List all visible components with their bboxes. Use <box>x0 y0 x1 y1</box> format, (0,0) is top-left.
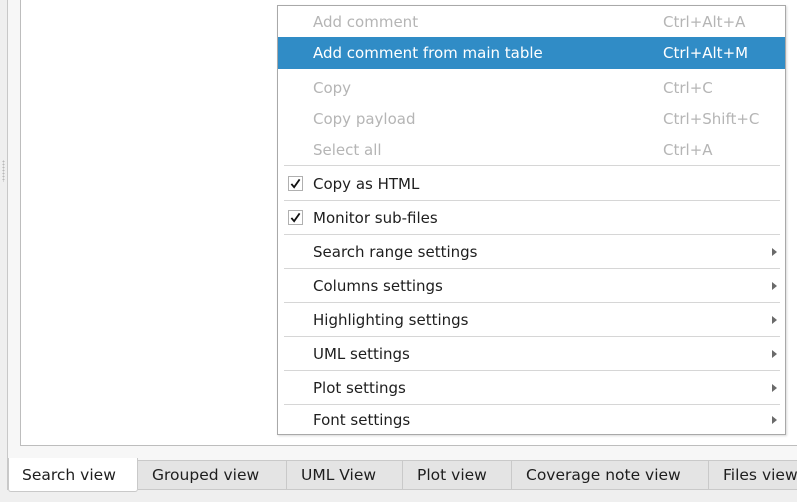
view-tab-bar: Search view Grouped view UML View Plot v… <box>8 458 797 493</box>
menu-item-columns-settings[interactable]: Columns settings <box>278 269 785 302</box>
menu-item-label: Plot settings <box>313 378 406 397</box>
submenu-arrow-icon <box>772 281 777 290</box>
tab-search-view[interactable]: Search view <box>8 458 138 492</box>
menu-item-shortcut: Ctrl+Shift+C <box>663 109 760 128</box>
menu-item-shortcut: Ctrl+Alt+M <box>663 44 749 62</box>
menu-item-label: Add comment <box>313 12 419 31</box>
menu-item-label: Copy as HTML <box>313 174 420 193</box>
menu-item-uml-settings[interactable]: UML settings <box>278 337 785 370</box>
menu-item-highlighting-settings[interactable]: Highlighting settings <box>278 303 785 336</box>
menu-item-search-range-settings[interactable]: Search range settings <box>278 235 785 268</box>
menu-item-shortcut: Ctrl+A <box>663 140 713 159</box>
checkbox-checked[interactable] <box>288 176 303 191</box>
menu-item-font-settings[interactable]: Font settings <box>278 405 785 434</box>
menu-item-label: Search range settings <box>313 242 478 261</box>
menu-item-add-comment[interactable]: Add comment Ctrl+Alt+A <box>278 6 785 37</box>
tab-uml-view[interactable]: UML View <box>287 460 403 490</box>
tab-label: Files view <box>723 466 797 484</box>
menu-item-copy-as-html[interactable]: Copy as HTML <box>278 167 785 200</box>
submenu-arrow-icon <box>772 247 777 256</box>
checkbox-checked[interactable] <box>288 210 303 225</box>
menu-item-label: UML settings <box>313 344 410 363</box>
submenu-arrow-icon <box>772 349 777 358</box>
menu-item-add-comment-from-main-table[interactable]: Add comment from main table Ctrl+Alt+M <box>278 37 785 69</box>
menu-item-label: Monitor sub-files <box>313 208 438 227</box>
tab-label: UML View <box>301 466 377 484</box>
menu-item-select-all[interactable]: Select all Ctrl+A <box>278 134 785 165</box>
checkmark-icon <box>290 178 301 189</box>
menu-item-label: Copy payload <box>313 109 416 128</box>
submenu-arrow-icon <box>772 383 777 392</box>
menu-item-label: Add comment from main table <box>313 44 543 62</box>
menu-separator <box>284 165 780 166</box>
tab-label: Plot view <box>417 466 487 484</box>
tab-label: Search view <box>22 465 116 484</box>
tab-grouped-view[interactable]: Grouped view <box>138 460 287 490</box>
context-menu: Add comment Ctrl+Alt+A Add comment from … <box>277 5 786 435</box>
tab-plot-view[interactable]: Plot view <box>403 460 512 490</box>
menu-item-copy[interactable]: Copy Ctrl+C <box>278 72 785 103</box>
menu-item-shortcut: Ctrl+C <box>663 78 713 97</box>
tab-coverage-note-view[interactable]: Coverage note view <box>512 460 709 490</box>
menu-item-plot-settings[interactable]: Plot settings <box>278 371 785 404</box>
submenu-arrow-icon <box>772 415 777 424</box>
menu-item-shortcut: Ctrl+Alt+A <box>663 12 746 31</box>
menu-item-copy-payload[interactable]: Copy payload Ctrl+Shift+C <box>278 103 785 134</box>
menu-item-monitor-sub-files[interactable]: Monitor sub-files <box>278 201 785 234</box>
submenu-arrow-icon <box>772 315 777 324</box>
menu-item-label: Columns settings <box>313 276 443 295</box>
menu-item-label: Copy <box>313 78 352 97</box>
tab-label: Grouped view <box>152 466 260 484</box>
menu-item-label: Select all <box>313 140 382 159</box>
tab-label: Coverage note view <box>526 466 681 484</box>
menu-item-label: Font settings <box>313 410 411 429</box>
menu-item-label: Highlighting settings <box>313 310 469 329</box>
splitter-handle[interactable] <box>2 160 5 182</box>
checkmark-icon <box>290 212 301 223</box>
tab-files-view[interactable]: Files view <box>709 460 797 490</box>
